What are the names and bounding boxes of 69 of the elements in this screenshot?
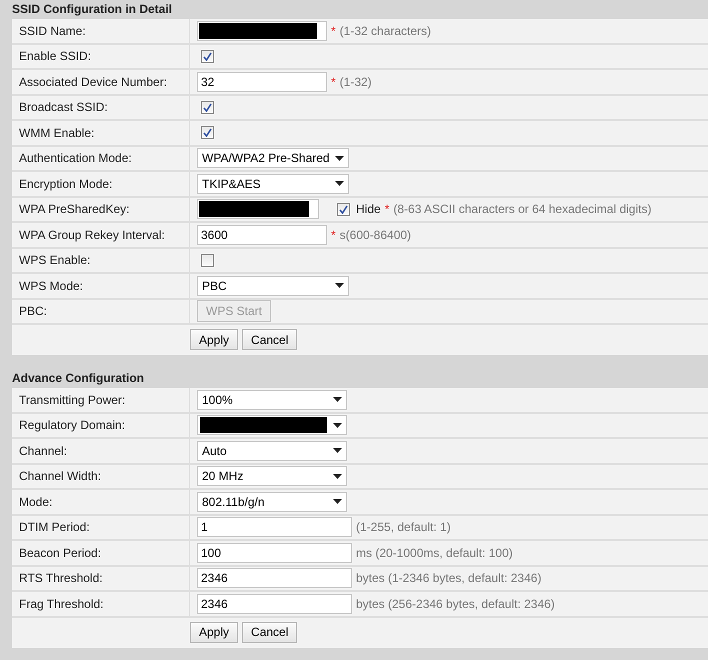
dropdown[interactable]: Auto <box>197 440 347 461</box>
checkbox[interactable] <box>201 254 214 267</box>
hint-text: ms (20-1000ms, default: 100) <box>356 546 513 560</box>
field-label: Broadcast SSID: <box>19 100 108 114</box>
apply-button[interactable]: Apply <box>190 329 238 350</box>
section-title: SSID Configuration in Detail <box>11 1 174 18</box>
dropdown-caret-icon <box>333 474 342 479</box>
field-label: Channel: <box>19 444 68 458</box>
text-field[interactable]: 2346 <box>197 568 352 588</box>
field-label: Regulatory Domain: <box>19 418 126 432</box>
text-field[interactable] <box>197 20 327 41</box>
field-label: Encryption Mode: <box>19 176 112 191</box>
hint-text: (1-255, default: 1) <box>356 520 451 534</box>
dropdown[interactable]: 20 MHz <box>197 466 347 486</box>
text-field[interactable]: 3600 <box>197 224 327 245</box>
required-mark: * <box>331 74 336 89</box>
dropdown[interactable]: PBC <box>197 276 349 296</box>
checkbox[interactable] <box>201 100 214 114</box>
field-label: RTS Threshold: <box>19 571 103 586</box>
password-field[interactable] <box>197 199 319 220</box>
dropdown-caret-icon <box>335 181 344 186</box>
field-label: Channel Width: <box>19 469 102 484</box>
field-label: WPS Mode: <box>19 278 84 293</box>
field-label: WPA Group Rekey Interval: <box>19 228 165 242</box>
checkbox[interactable] <box>337 202 350 216</box>
required-mark: * <box>331 24 336 38</box>
dropdown[interactable]: 802.11b/g/n <box>197 492 347 512</box>
apply-button[interactable]: Apply <box>190 622 238 642</box>
hint-text: s(600-86400) <box>340 228 412 242</box>
hint-text: bytes (1-2346 bytes, default: 2346) <box>356 571 542 586</box>
cancel-button[interactable]: Cancel <box>242 329 298 350</box>
field-label: Beacon Period: <box>19 546 102 560</box>
cancel-button[interactable]: Cancel <box>242 622 298 642</box>
field-label: SSID Name: <box>19 24 86 38</box>
dropdown-caret-icon <box>335 156 344 161</box>
field-label: Authentication Mode: <box>19 151 132 166</box>
checkbox[interactable] <box>201 50 214 63</box>
hint-text: (1-32 characters) <box>340 24 432 38</box>
required-mark: * <box>331 228 336 242</box>
dropdown[interactable]: TKIP&AES <box>197 174 349 194</box>
checkbox[interactable] <box>201 126 214 140</box>
required-mark: * <box>384 202 390 216</box>
text-field[interactable]: 100 <box>197 542 352 563</box>
text-field[interactable]: 1 <box>197 517 352 538</box>
text-field[interactable]: 32 <box>197 72 327 92</box>
text-field[interactable]: 2346 <box>197 594 352 614</box>
hint-text: (1-32) <box>340 74 372 89</box>
field-label: Frag Threshold: <box>19 596 104 611</box>
field-label: WPS Enable: <box>19 253 90 268</box>
dropdown-caret-icon <box>335 283 344 288</box>
hide-label: Hide <box>356 202 381 216</box>
field-label: PBC: <box>19 304 48 318</box>
field-label: Associated Device Number: <box>19 74 168 89</box>
dropdown-caret-icon <box>333 422 342 428</box>
dropdown[interactable]: WPA/WPA2 Pre-Shared <box>197 148 349 168</box>
dropdown-caret-icon <box>333 448 342 454</box>
hint-text: bytes (256-2346 bytes, default: 2346) <box>356 596 555 611</box>
field-label: DTIM Period: <box>19 520 90 534</box>
dropdown[interactable]: 100% <box>197 390 347 410</box>
hint-text: (8-63 ASCII characters or 64 hexadecimal digits) <box>393 202 652 216</box>
dropdown[interactable] <box>197 415 347 436</box>
field-label: Mode: <box>19 494 52 509</box>
field-label: WPA PreSharedKey: <box>19 202 130 216</box>
section-title: Advance Configuration <box>11 370 146 387</box>
dropdown-caret-icon <box>333 499 342 504</box>
dropdown-caret-icon <box>333 397 342 402</box>
field-label: WMM Enable: <box>19 126 94 140</box>
field-label: Enable SSID: <box>19 49 92 64</box>
field-label: Transmitting Power: <box>19 392 126 407</box>
